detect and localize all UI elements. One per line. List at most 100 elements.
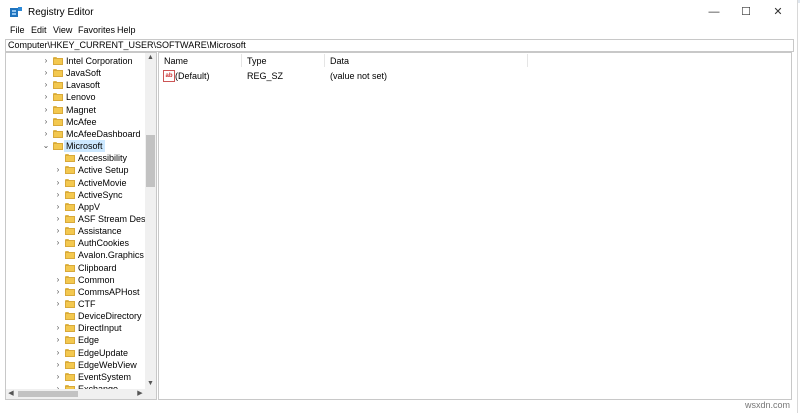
scroll-right-arrow-icon[interactable]: ▶: [135, 389, 145, 399]
chevron-right-icon[interactable]: ›: [54, 359, 62, 371]
tree-item[interactable]: › ASF Stream Descr: [6, 213, 153, 225]
tree-item[interactable]: › ActiveSync: [6, 189, 145, 201]
tree-item-label: ASF Stream Descr: [78, 213, 154, 224]
value-name: (Default): [175, 71, 210, 81]
chevron-right-icon[interactable]: ›: [54, 237, 62, 249]
tree-item-label: Intel Corporation: [66, 56, 133, 66]
chevron-right-icon[interactable]: ›: [42, 128, 50, 140]
chevron-right-icon[interactable]: ›: [54, 347, 62, 359]
tree-item[interactable]: › Intel Corporation: [6, 55, 145, 67]
chevron-right-icon[interactable]: ›: [42, 79, 50, 91]
key-tree-pane[interactable]: › Intel Corporation › JavaSoft › Lavasoft › Len…: [5, 52, 157, 400]
tree-item-label: Active Setup: [78, 165, 129, 176]
chevron-right-icon[interactable]: ›: [42, 55, 50, 67]
address-bar[interactable]: Computer\HKEY_CURRENT_USER\SOFTWARE\Micr…: [5, 39, 794, 52]
column-header-data[interactable]: Data: [330, 56, 349, 66]
tree-item[interactable]: › AuthCookies: [6, 237, 145, 249]
folder-icon: [65, 275, 75, 284]
tree-item[interactable]: › EdgeWebView: [6, 359, 145, 371]
menu-favorites[interactable]: Favorites: [78, 25, 115, 35]
folder-icon: [65, 178, 75, 187]
tree-item-label: EventSystem: [78, 371, 132, 382]
chevron-right-icon[interactable]: ›: [54, 189, 62, 201]
tree-item[interactable]: › McAfee: [6, 116, 145, 128]
tree-item[interactable]: › Lavasoft: [6, 79, 145, 91]
tree-item[interactable]: › AppV: [6, 201, 145, 213]
chevron-right-icon[interactable]: ›: [42, 91, 50, 103]
chevron-right-icon[interactable]: ›: [54, 334, 62, 346]
scroll-left-arrow-icon[interactable]: ◀: [6, 389, 16, 399]
folder-icon: [65, 324, 75, 333]
maximize-button[interactable]: ☐: [732, 4, 760, 20]
tree-item[interactable]: › CTF: [6, 298, 145, 310]
tree-item[interactable]: › EventSystem: [6, 371, 145, 383]
column-header-type[interactable]: Type: [247, 56, 267, 66]
tree-item[interactable]: › McAfeeDashboard: [6, 128, 145, 140]
chevron-right-icon[interactable]: ›: [42, 116, 50, 128]
chevron-right-icon[interactable]: ›: [42, 67, 50, 79]
column-header-name[interactable]: Name: [164, 56, 188, 66]
column-divider[interactable]: [324, 54, 325, 67]
chevron-down-icon[interactable]: ⌄: [42, 140, 50, 152]
tree-item[interactable]: › ActiveMovie: [6, 177, 145, 189]
title-bar[interactable]: Registry Editor — ☐ ✕: [0, 0, 797, 24]
string-value-icon: ab: [163, 70, 175, 82]
tree-item-label: Avalon.Graphics: [78, 250, 144, 261]
tree-item[interactable]: › Lenovo: [6, 91, 145, 103]
chevron-right-icon[interactable]: ›: [54, 213, 62, 225]
value-data: (value not set): [330, 71, 388, 81]
tree-item[interactable]: Accessibility: [6, 152, 145, 164]
folder-icon: [53, 93, 63, 102]
tree-item-label: Clipboard: [78, 262, 117, 273]
tree-item[interactable]: Avalon.Graphics: [6, 249, 145, 261]
tree-item[interactable]: › Common: [6, 274, 145, 286]
tree-vertical-scrollbar[interactable]: ▲ ▼: [145, 53, 156, 389]
minimize-button[interactable]: —: [700, 4, 728, 20]
tree-horizontal-scrollbar[interactable]: ◀ ▶: [6, 389, 145, 399]
scroll-thumb[interactable]: [146, 135, 155, 187]
chevron-right-icon[interactable]: ›: [54, 298, 62, 310]
chevron-right-icon[interactable]: ›: [54, 164, 62, 176]
menu-view[interactable]: View: [53, 25, 72, 35]
tree-item[interactable]: Clipboard: [6, 262, 145, 274]
chevron-right-icon[interactable]: ›: [54, 177, 62, 189]
tree-item[interactable]: › Active Setup: [6, 164, 145, 176]
scroll-down-arrow-icon[interactable]: ▼: [145, 379, 156, 389]
tree-item[interactable]: DeviceDirectory: [6, 310, 145, 322]
chevron-right-icon[interactable]: ›: [54, 225, 62, 237]
column-divider[interactable]: [527, 54, 528, 67]
menu-bar: File Edit View Favorites Help: [0, 24, 797, 38]
folder-icon: [65, 202, 75, 211]
tree-item[interactable]: ⌄ Microsoft: [6, 140, 145, 153]
tree-item-label: AuthCookies: [78, 238, 130, 249]
folder-icon: [65, 263, 75, 272]
scroll-up-arrow-icon[interactable]: ▲: [145, 53, 156, 63]
chevron-right-icon[interactable]: ›: [54, 371, 62, 383]
value-row[interactable]: ab (Default) REG_SZ (value not set): [159, 70, 791, 82]
tree-item-label: AppV: [78, 201, 101, 212]
close-button[interactable]: ✕: [764, 4, 792, 20]
chevron-right-icon[interactable]: ›: [42, 104, 50, 116]
chevron-right-icon[interactable]: ›: [54, 201, 62, 213]
tree-item[interactable]: › Magnet: [6, 104, 145, 116]
tree-item[interactable]: › DirectInput: [6, 322, 145, 334]
tree-item[interactable]: › EdgeUpdate: [6, 347, 145, 359]
menu-file[interactable]: File: [10, 25, 25, 35]
tree-item[interactable]: › CommsAPHost: [6, 286, 145, 298]
folder-icon: [53, 105, 63, 114]
chevron-right-icon[interactable]: ›: [54, 274, 62, 286]
horizontal-scroll-thumb[interactable]: [18, 391, 78, 397]
menu-help[interactable]: Help: [117, 25, 136, 35]
tree-item[interactable]: › Edge: [6, 334, 145, 346]
tree-item[interactable]: › Assistance: [6, 225, 145, 237]
chevron-right-icon[interactable]: ›: [54, 322, 62, 334]
tree-item-label: Assistance: [78, 226, 122, 237]
chevron-right-icon[interactable]: ›: [54, 286, 62, 298]
values-pane[interactable]: Name Type Data ab (Default) REG_SZ (valu…: [158, 52, 792, 400]
folder-icon: [65, 190, 75, 199]
column-divider[interactable]: [241, 54, 242, 67]
tree-item[interactable]: › JavaSoft: [6, 67, 145, 79]
folder-icon: [65, 348, 75, 357]
menu-edit[interactable]: Edit: [31, 25, 47, 35]
tree-item-label: Microsoft: [64, 140, 105, 153]
